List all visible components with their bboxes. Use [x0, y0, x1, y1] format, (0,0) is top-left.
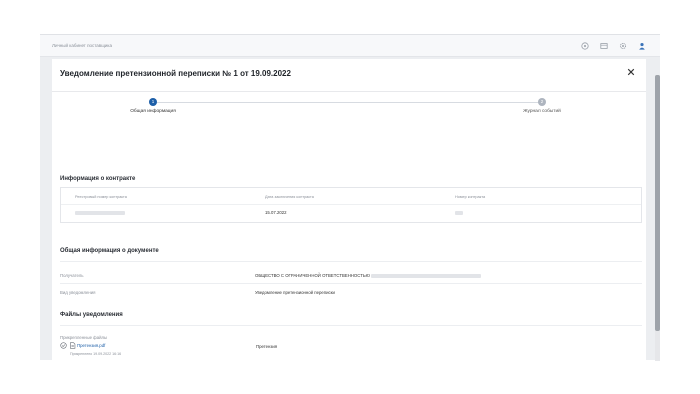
- top-bar: Личный кабинет поставщика: [40, 35, 660, 57]
- file-icons: [60, 342, 76, 349]
- step-dot: 1: [149, 98, 157, 106]
- settings-icon[interactable]: [618, 41, 627, 50]
- notification-modal: Уведомление претензионной переписки № 1 …: [52, 59, 646, 361]
- help-icon[interactable]: [580, 41, 589, 50]
- file-icon: [70, 342, 76, 349]
- divider: [60, 261, 642, 262]
- document-icon[interactable]: [599, 41, 608, 50]
- header-registry-number: Реестровый номер контракта: [75, 195, 127, 199]
- contract-date-value: 15.07.2022: [265, 210, 287, 215]
- signature-check-icon[interactable]: [60, 342, 67, 349]
- step-label: Общая информация: [130, 109, 176, 114]
- header-contract-date: Дата заключения контракта: [265, 195, 314, 199]
- step-label: Журнал событий: [523, 109, 561, 114]
- notification-type-label: Вид уведомления: [60, 290, 96, 295]
- scrollbar[interactable]: [655, 75, 660, 361]
- scrollbar-thumb[interactable]: [655, 75, 660, 331]
- screen: Личный кабинет поставщика Уведомление пр…: [0, 0, 700, 394]
- recipient-value: ОБЩЕСТВО С ОГРАНИЧЕННОЙ ОТВЕТСТВЕННОСТЬЮ: [255, 273, 482, 278]
- step-dot: 2: [538, 98, 546, 106]
- redacted-value: [455, 210, 463, 215]
- app-frame: Личный кабинет поставщика Уведомление пр…: [40, 34, 660, 361]
- step-general-info[interactable]: 1 Общая информация: [93, 98, 213, 114]
- divider: [60, 325, 642, 326]
- step-event-log[interactable]: 2 Журнал событий: [482, 98, 602, 114]
- header-contract-number: Номер контракта: [455, 195, 486, 199]
- registry-number-value: [75, 210, 125, 215]
- document-section-title: Общая информация о документе: [60, 248, 159, 254]
- row-separator: [61, 204, 641, 205]
- file-link[interactable]: Претензия.pdf: [77, 343, 105, 348]
- attached-files-label: Прикрепленные файлы: [60, 335, 108, 340]
- file-upload-meta: Прикреплено 19.09.2022 16:16: [70, 352, 122, 356]
- contract-section-title: Информация о контракте: [60, 176, 136, 182]
- close-button[interactable]: [626, 67, 636, 77]
- contract-table: Реестровый номер контракта Дата заключен…: [60, 187, 642, 223]
- modal-title: Уведомление претензионной переписки № 1 …: [60, 69, 291, 78]
- redacted-value: [371, 273, 482, 278]
- files-section-title: Файлы уведомления: [60, 312, 123, 318]
- close-icon: [627, 68, 635, 76]
- redacted-value: [75, 210, 125, 215]
- modal-divider: [52, 91, 646, 92]
- file-row: Претензия.pdf Прикреплено 19.09.2022 16:…: [60, 342, 460, 361]
- user-icon[interactable]: [637, 41, 646, 50]
- recipient-name: ОБЩЕСТВО С ОГРАНИЧЕННОЙ ОТВЕТСТВЕННОСТЬЮ: [255, 273, 370, 278]
- divider: [60, 283, 642, 284]
- notification-type-value: Уведомление претензионной переписки: [255, 290, 335, 295]
- contract-number-value: [455, 210, 463, 215]
- recipient-label: Получатель: [60, 273, 84, 278]
- portal-title: Личный кабинет поставщика: [52, 43, 112, 48]
- top-icons: [580, 41, 646, 50]
- file-type-value: Претензия: [256, 344, 278, 349]
